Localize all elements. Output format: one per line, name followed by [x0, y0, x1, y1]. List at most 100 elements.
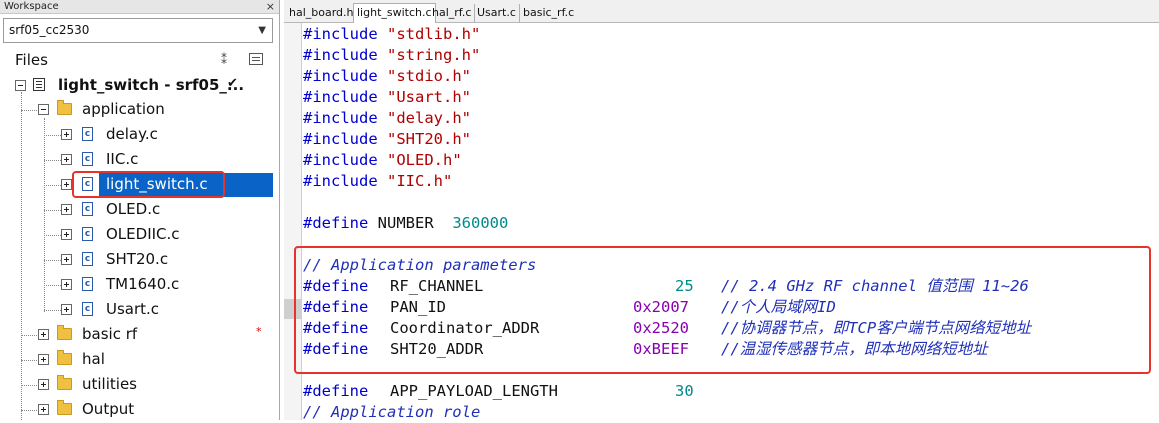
tree-guide-line — [44, 210, 61, 211]
tree-item-file[interactable]: c OLEDIIC.c — [0, 223, 273, 248]
tree-guide-line — [44, 285, 61, 286]
tree-item-hal[interactable]: hal — [0, 348, 273, 373]
collapse-icon[interactable] — [15, 80, 26, 91]
code-line: #define — [303, 381, 368, 402]
tree-item-application[interactable]: application — [0, 98, 273, 123]
string-literal: "SHT20.h" — [387, 130, 471, 148]
project-icon — [33, 78, 45, 91]
folder-icon — [57, 400, 72, 415]
tree-item-file[interactable]: c SHT20.c — [0, 248, 273, 273]
number-literal: 30 — [675, 382, 694, 400]
tree-item-utilities[interactable]: utilities — [0, 373, 273, 398]
string-literal: "delay.h" — [387, 109, 471, 127]
macro-name: APP_PAYLOAD_LENGTH — [390, 382, 558, 400]
keyword: #include — [303, 109, 378, 127]
number-literal: 360000 — [452, 214, 509, 232]
folder-label: basic rf — [82, 325, 138, 343]
tree-item-basic-rf[interactable]: basic rf * — [0, 323, 273, 348]
tab-usart-c[interactable]: Usart.c — [474, 4, 520, 22]
tree-guide-line — [44, 235, 61, 236]
modified-marker: * — [256, 325, 262, 338]
expand-icon[interactable] — [61, 304, 72, 315]
file-label: Usart.c — [106, 300, 160, 318]
code-line: #include "string.h" — [303, 45, 480, 66]
folder-label: utilities — [82, 375, 137, 393]
file-label: TM1640.c — [106, 275, 180, 293]
code-line: #include "delay.h" — [303, 108, 471, 129]
code-line: #include "stdio.h" — [303, 66, 471, 87]
folder-icon — [57, 350, 72, 365]
keyword: #include — [303, 172, 378, 190]
keyword: #define — [303, 382, 369, 400]
c-file-icon: c — [82, 127, 93, 141]
folder-label: application — [82, 100, 165, 118]
close-icon[interactable]: × — [266, 0, 275, 14]
code-line: #include "IIC.h" — [303, 171, 452, 192]
string-literal: "IIC.h" — [387, 172, 453, 190]
c-file-icon: c — [82, 302, 93, 316]
file-label: SHT20.c — [106, 250, 169, 268]
keyword: #include — [303, 67, 378, 85]
code-line: #include "stdlib.h" — [303, 24, 480, 45]
expand-icon[interactable] — [38, 404, 49, 415]
configuration-value: srf05_cc2530 — [9, 23, 90, 37]
file-label: OLED.c — [106, 200, 161, 218]
expand-icon[interactable] — [61, 129, 72, 140]
annotation-box — [294, 246, 1151, 374]
tree-item-file[interactable]: c delay.c — [0, 123, 273, 148]
expand-icon[interactable] — [38, 379, 49, 390]
workspace-title-bar: Workspace × — [0, 0, 279, 14]
chevron-down-icon[interactable]: ▼ — [258, 19, 266, 42]
folder-icon — [57, 325, 72, 340]
code-line: #include "Usart.h" — [303, 87, 471, 108]
expand-icon[interactable] — [61, 254, 72, 265]
collapse-icon[interactable] — [38, 104, 49, 115]
string-literal: "string.h" — [387, 46, 481, 64]
tree-guide-line — [44, 260, 61, 261]
keyword: #define — [303, 214, 369, 232]
expand-icon[interactable] — [61, 179, 72, 190]
annotation-box — [72, 171, 225, 198]
expand-icon[interactable] — [61, 279, 72, 290]
files-label: Files — [15, 51, 48, 69]
configuration-select[interactable]: srf05_cc2530 ▼ — [3, 18, 273, 43]
keyword: #include — [303, 25, 378, 43]
editor-tab-bar: hal_board.h light_switch.c hal_rf.c Usar… — [284, 0, 1159, 23]
keyword: #include — [303, 88, 378, 106]
code-line: #include "SHT20.h" — [303, 129, 471, 150]
expand-icon[interactable] — [61, 154, 72, 165]
macro-name: NUMBER — [377, 214, 434, 232]
tab-light-switch-c[interactable]: light_switch.c — [353, 3, 436, 23]
tree-item-file[interactable]: c Usart.c — [0, 298, 273, 323]
checkmark-icon: ✔ — [227, 76, 238, 91]
folder-label: Output — [82, 400, 135, 418]
file-label: OLEDIIC.c — [106, 225, 180, 243]
tree-item-file[interactable]: c IIC.c — [0, 148, 273, 173]
keyword: #include — [303, 151, 378, 169]
tree-guide-line — [44, 135, 61, 136]
string-literal: "stdlib.h" — [387, 25, 481, 43]
code-line: #define NUMBER 360000 — [303, 213, 508, 234]
folder-label: hal — [82, 350, 105, 368]
files-header: Files ⁑ — [0, 49, 279, 73]
c-file-icon: c — [82, 152, 93, 166]
tab-hal-rf-c[interactable]: hal_rf.c — [429, 4, 476, 22]
sort-icon[interactable]: ⁑ — [221, 53, 227, 67]
string-literal: "Usart.h" — [387, 88, 471, 106]
view-options-icon[interactable] — [249, 53, 263, 65]
tree-guide-line — [44, 160, 61, 161]
string-literal: "stdio.h" — [387, 67, 471, 85]
tree-item-project[interactable]: light_switch - srf05_... ✔ — [0, 74, 273, 99]
code-line: #include "OLED.h" — [303, 150, 462, 171]
file-label: delay.c — [106, 125, 158, 143]
expand-icon[interactable] — [61, 229, 72, 240]
tab-hal-board-h[interactable]: hal_board.h — [286, 4, 358, 22]
tree-item-file[interactable]: c TM1640.c — [0, 273, 273, 298]
tab-basic-rf-c[interactable]: basic_rf.c — [520, 4, 577, 22]
expand-icon[interactable] — [61, 204, 72, 215]
tree-item-output[interactable]: Output — [0, 398, 273, 423]
expand-icon[interactable] — [38, 329, 49, 340]
tree-guide-line — [44, 310, 61, 311]
tree-item-file[interactable]: c OLED.c — [0, 198, 273, 223]
expand-icon[interactable] — [38, 354, 49, 365]
